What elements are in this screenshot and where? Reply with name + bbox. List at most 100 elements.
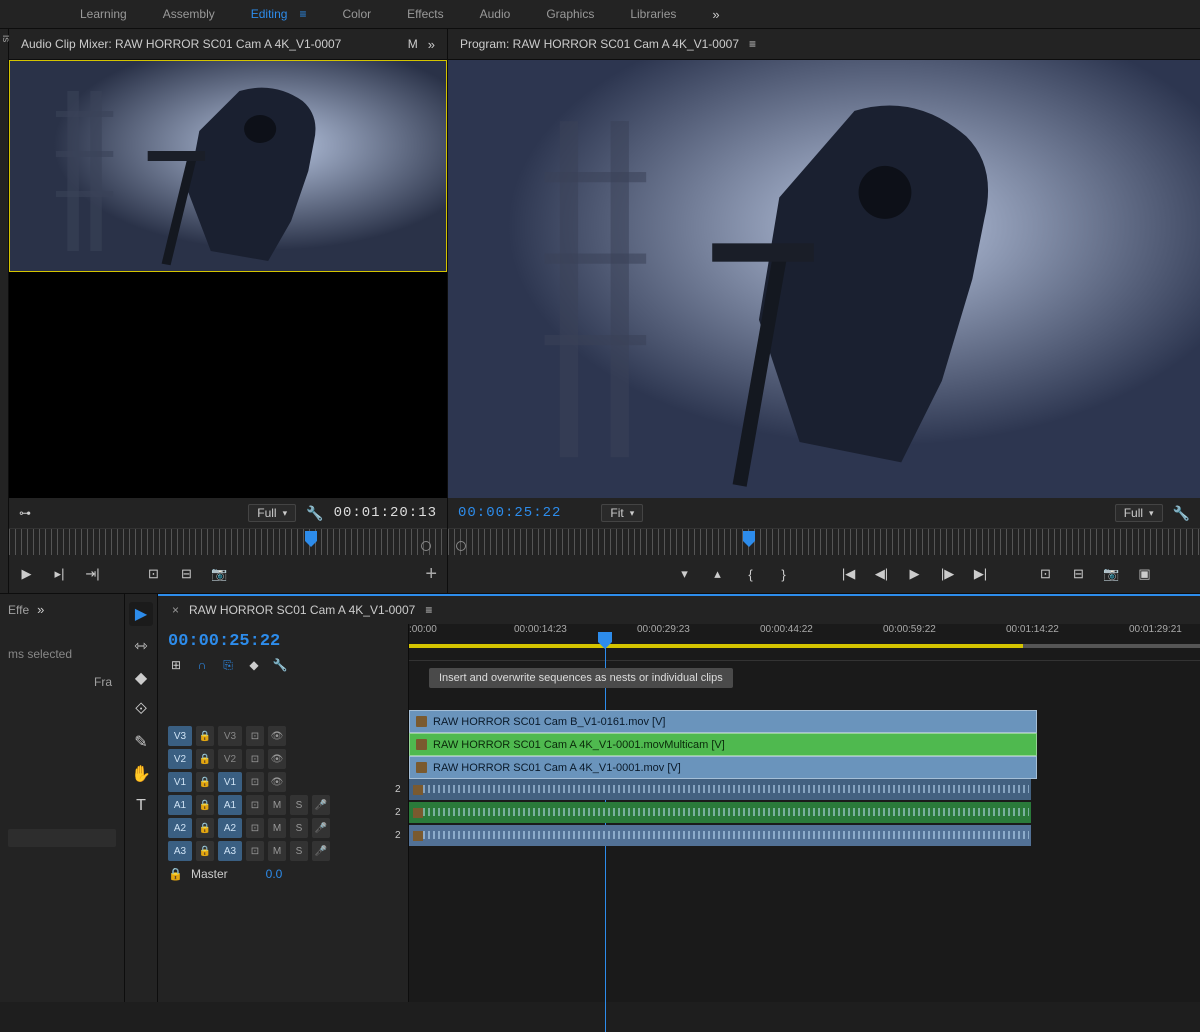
v1-src[interactable]: V1 [218,772,242,792]
track-select-tool-icon[interactable]: ⇿ [129,634,153,658]
source-timecode[interactable]: 00:01:20:13 [334,505,437,521]
mark-in-icon[interactable]: ▾ [677,567,692,582]
sequence-name[interactable]: RAW HORROR SC01 Cam A 4K_V1-0007 [189,603,415,617]
clip-a2[interactable]: 2 [409,802,1031,823]
eye-icon[interactable]: 👁 [268,726,286,746]
solo-button[interactable]: S [290,818,308,838]
razor-tool-icon[interactable]: ⟐ [129,698,153,722]
linked-sel-icon[interactable]: ⎘ [220,657,236,673]
marker-icon[interactable]: ◆ [246,657,262,673]
v3-target[interactable]: V3 [168,726,192,746]
tab-learning[interactable]: Learning [80,7,127,21]
overflow-icon[interactable]: » [712,7,719,22]
export-frame-icon[interactable]: ⊟ [179,567,194,582]
tab-effects[interactable]: Effects [407,7,443,21]
source-monitor[interactable] [9,60,447,498]
source-zoom-select[interactable]: Full▾ [248,504,296,522]
tab-audio[interactable]: Audio [480,7,511,21]
program-ruler[interactable] [448,528,1200,555]
tab-editing[interactable]: Editing [251,7,288,21]
source-ruler[interactable] [9,528,447,555]
mute-button[interactable]: M [268,795,286,815]
pen-tool-icon[interactable]: ✎ [129,730,153,754]
step-fwd-icon[interactable]: |▶ [940,567,955,582]
mic-icon[interactable]: 🎤 [312,795,330,815]
mic-icon[interactable]: 🎤 [312,818,330,838]
solo-button[interactable]: S [290,795,308,815]
lock-icon[interactable]: 🔒 [168,867,183,881]
v3-src[interactable]: V3 [218,726,242,746]
hamburger-icon[interactable]: ≡ [299,7,306,21]
snap-icon[interactable]: ∩ [194,657,210,673]
lock-icon[interactable]: 🔒 [196,841,214,861]
close-icon[interactable]: × [172,603,179,617]
eye-icon[interactable]: 👁 [268,749,286,769]
insert-icon[interactable]: ⇥| [85,567,100,582]
project-tab[interactable]: Effe [8,603,29,617]
mark-out-icon[interactable]: ▴ [710,567,725,582]
a1-src[interactable]: A1 [218,795,242,815]
lock-icon[interactable]: 🔒 [196,795,214,815]
type-tool-icon[interactable]: T [129,794,153,818]
compare-icon[interactable]: ▣ [1137,567,1152,582]
mute-button[interactable]: M [268,818,286,838]
lock-icon[interactable]: 🔒 [196,818,214,838]
program-fit-select[interactable]: Fit▾ [601,504,643,522]
go-in-icon[interactable]: |◀ [841,567,856,582]
sync-icon[interactable]: ⊡ [246,749,264,769]
solo-button[interactable]: S [290,841,308,861]
source-m-label[interactable]: M [408,37,418,51]
marker-icon[interactable]: { [743,567,758,582]
v2-src[interactable]: V2 [218,749,242,769]
sync-icon[interactable]: ⊡ [246,772,264,792]
ripple-tool-icon[interactable]: ◆ [129,666,153,690]
sync-icon[interactable]: ⊡ [246,841,264,861]
a2-src[interactable]: A2 [218,818,242,838]
list-item[interactable] [8,829,116,847]
tab-libraries[interactable]: Libraries [630,7,676,21]
settings-icon[interactable]: 🔧 [272,657,288,673]
hand-tool-icon[interactable]: ✋ [129,762,153,786]
panel-menu-icon[interactable]: ≡ [425,603,432,617]
clip-a1[interactable]: 2 [409,779,1031,800]
clip-v2[interactable]: RAW HORROR SC01 Cam A 4K_V1-0001.movMult… [409,733,1037,756]
a3-src[interactable]: A3 [218,841,242,861]
play-icon[interactable]: ▶ [907,567,922,582]
timeline-canvas[interactable]: :00:00 00:00:14:23 00:00:29:23 00:00:44:… [409,624,1200,1002]
marker2-icon[interactable]: } [776,567,791,582]
step-fwd-icon[interactable]: ▸| [52,567,67,582]
panel-menu-icon[interactable]: ≡ [749,37,756,51]
timeline-playhead-time[interactable]: 00:00:25:22 [168,630,398,657]
overflow-icon[interactable]: » [37,602,44,617]
clip-a3[interactable]: 2 [409,825,1031,846]
sync-icon[interactable]: ⊡ [246,726,264,746]
clip-v3[interactable]: RAW HORROR SC01 Cam B_V1-0161.mov [V] [409,710,1037,733]
eye-icon[interactable]: 👁 [268,772,286,792]
program-monitor[interactable] [448,60,1200,498]
play-icon[interactable]: ▶ [19,567,34,582]
settings-icon[interactable]: 🔧 [1173,505,1190,522]
program-timecode[interactable]: 00:00:25:22 [458,505,561,521]
tab-color[interactable]: Color [342,7,371,21]
a3-target[interactable]: A3 [168,841,192,861]
camera-icon[interactable]: 📷 [1104,567,1119,582]
camera-icon[interactable]: 📷 [212,567,227,582]
chevron-right-icon[interactable]: » [428,37,435,52]
v1-target[interactable]: V1 [168,772,192,792]
sync-icon[interactable]: ⊡ [246,795,264,815]
nest-toggle-icon[interactable]: ⊞ [168,657,184,673]
lock-icon[interactable]: 🔒 [196,772,214,792]
overwrite-icon[interactable]: ⊡ [146,567,161,582]
settings-icon[interactable]: 🔧 [306,505,323,522]
program-zoom-select[interactable]: Full▾ [1115,504,1163,522]
clip-v1[interactable]: RAW HORROR SC01 Cam A 4K_V1-0001.mov [V] [409,756,1037,779]
lift-icon[interactable]: ⊡ [1038,567,1053,582]
tab-assembly[interactable]: Assembly [163,7,215,21]
selection-tool-icon[interactable]: ▶ [129,602,153,626]
mic-icon[interactable]: 🎤 [312,841,330,861]
extract-icon[interactable]: ⊟ [1071,567,1086,582]
mute-button[interactable]: M [268,841,286,861]
lock-icon[interactable]: 🔒 [196,726,214,746]
strip-icon[interactable]: ⊶ [19,506,31,520]
a1-target[interactable]: A1 [168,795,192,815]
